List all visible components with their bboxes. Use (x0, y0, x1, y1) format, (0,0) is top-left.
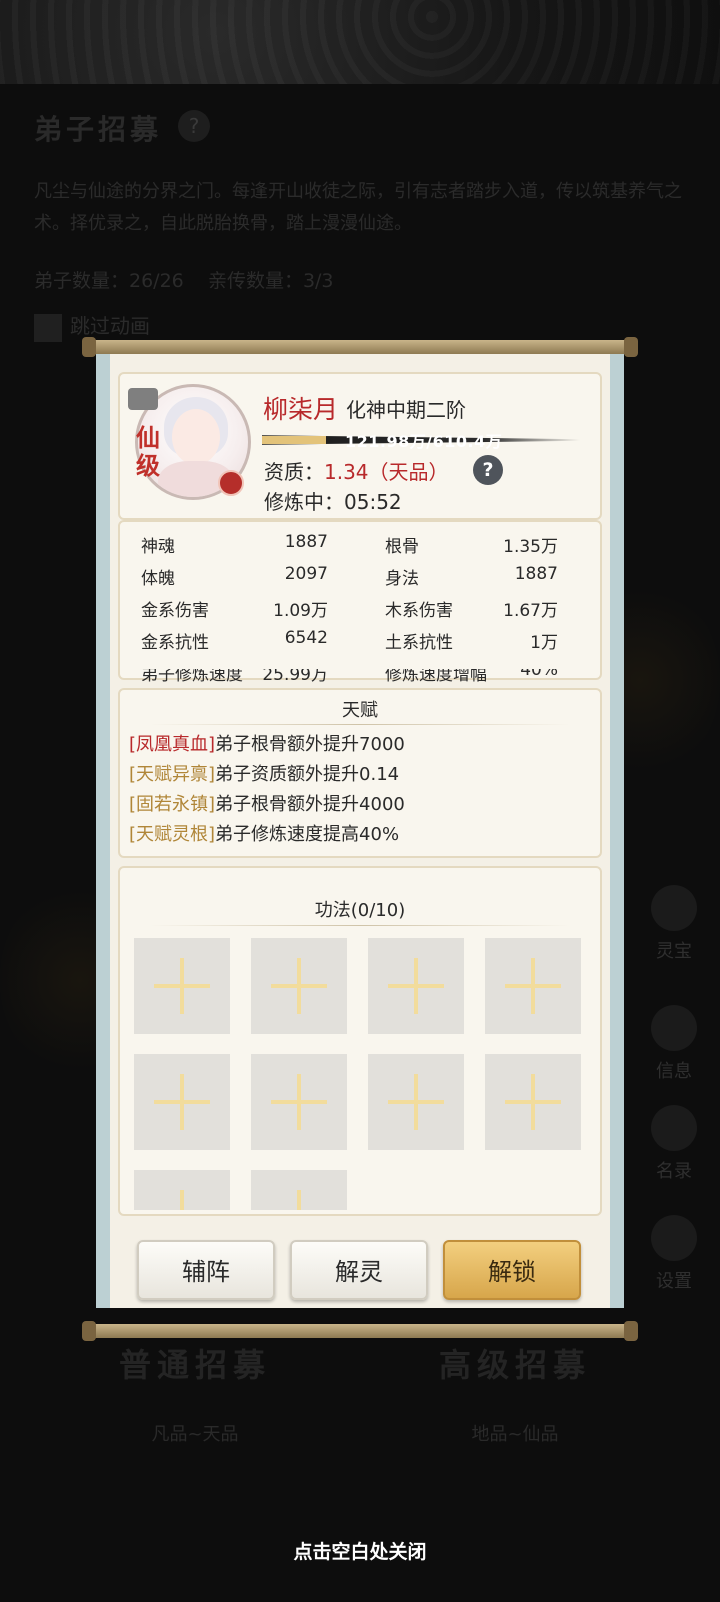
stat-label: 木系伤害 (385, 601, 453, 621)
info-icon (651, 1005, 697, 1051)
advanced-recruit-range: 地品~仙品 (471, 1424, 559, 1445)
top-banner (0, 0, 720, 84)
talents-title: 天赋 (342, 700, 378, 721)
unlock-button[interactable]: 解锁 (443, 1240, 581, 1300)
normal-recruit-button[interactable]: 普通招募 (70, 1340, 320, 1386)
aptitude-value: 1.34（天品） (324, 460, 449, 484)
section-divider (150, 724, 570, 725)
talent-tag: [凤凰真血] (129, 734, 216, 755)
disciple-counts: 弟子数量：26/26 亲传数量：3/3 (34, 266, 334, 293)
talent-text: 弟子根骨额外提升7000 (215, 734, 405, 755)
advanced-recruit-button[interactable]: 高级招募 (390, 1340, 640, 1386)
status-timer: 05:52 (344, 490, 402, 514)
stat-value: 6542 (284, 628, 328, 648)
skill-slot-empty[interactable] (251, 1170, 347, 1210)
scroll-rod-bottom (82, 1321, 638, 1341)
side-menu-treasure[interactable]: 灵宝 (642, 885, 706, 963)
talent-item: [天赋灵根]弟子修炼速度提高40% (129, 820, 399, 846)
page-title: 弟子招募 (34, 113, 163, 146)
skill-slot-empty[interactable] (134, 1054, 230, 1150)
cultivation-realm: 化神中期二阶 (346, 398, 466, 422)
stats-fade (120, 655, 600, 669)
talent-item: [固若永镇]弟子根骨额外提升4000 (129, 790, 405, 816)
talent-item: [凤凰真血]弟子根骨额外提升7000 (129, 730, 405, 756)
side-menu-info[interactable]: 信息 (642, 1005, 706, 1083)
side-menu-roster[interactable]: 名录 (642, 1105, 706, 1183)
stat-label: 金系伤害 (141, 601, 209, 621)
stat-label: 根骨 (385, 537, 419, 557)
skip-animation-label: 跳过动画 (70, 314, 150, 338)
stat-value: 1.67万 (503, 601, 558, 621)
exp-text: 121.98万/610.4万 (345, 432, 503, 451)
aptitude: 资质：1.34（天品） (264, 456, 449, 485)
stat-label: 身法 (385, 569, 419, 589)
gear-icon (651, 1215, 697, 1261)
side-menu-label: 名录 (656, 1161, 692, 1182)
scroll-rod-top (82, 337, 638, 357)
talent-text: 弟子资质额外提升0.14 (215, 764, 400, 785)
talent-item: [天赋异禀]弟子资质额外提升0.14 (129, 760, 399, 786)
side-menu-settings[interactable]: 设置 (642, 1215, 706, 1293)
stat-value: 1887 (284, 532, 328, 552)
section-divider (150, 925, 570, 926)
side-menu-label: 信息 (656, 1061, 692, 1082)
page-description: 凡尘与仙途的分界之门。每逢开山收徒之际，引有志者踏步入道，传以筑基养气之术。择优… (34, 181, 682, 234)
skill-slot-empty[interactable] (134, 1170, 230, 1210)
stat-value: 2097 (284, 564, 328, 584)
scroll-tag-icon (128, 388, 158, 410)
formation-button[interactable]: 辅阵 (137, 1240, 275, 1300)
stat-label: 土系抗性 (385, 633, 453, 653)
talent-tag: [天赋异禀] (129, 764, 216, 785)
side-menu-label: 灵宝 (656, 941, 692, 962)
cultivation-status: 修炼中：05:52 (264, 486, 402, 515)
avatar-face (172, 409, 220, 465)
release-button[interactable]: 解灵 (290, 1240, 428, 1300)
skill-slot-empty[interactable] (251, 938, 347, 1034)
fire-element-icon (218, 470, 244, 496)
stat-label: 金系抗性 (141, 633, 209, 653)
stat-label: 神魂 (141, 537, 175, 557)
skill-slot-empty[interactable] (485, 938, 581, 1034)
treasure-icon (651, 885, 697, 931)
disciple-count: 弟子数量：26/26 (34, 270, 184, 292)
normal-recruit-range: 凡品~天品 (151, 1424, 239, 1445)
skills-title: 功法(0/10) (314, 900, 406, 921)
skill-slot-empty[interactable] (251, 1054, 347, 1150)
talent-text: 弟子根骨额外提升4000 (215, 794, 405, 815)
grade-seal: 仙级 (136, 423, 160, 480)
close-hint[interactable]: 点击空白处关闭 (0, 1537, 720, 1564)
side-menu-label: 设置 (656, 1271, 692, 1292)
skill-slot-empty[interactable] (485, 1054, 581, 1150)
talent-text: 弟子修炼速度提高40% (215, 824, 400, 845)
stat-label: 体魄 (141, 569, 175, 589)
stat-value: 1887 (514, 564, 558, 584)
skill-slot-empty[interactable] (134, 938, 230, 1034)
talent-tag: [固若永镇] (129, 794, 216, 815)
talent-tag: [天赋灵根] (129, 824, 216, 845)
aptitude-label: 资质： (264, 460, 324, 484)
skill-slot-empty[interactable] (368, 938, 464, 1034)
skill-slot-empty[interactable] (368, 1054, 464, 1150)
character-name: 柳柒月 (263, 395, 339, 424)
stat-value: 1万 (530, 633, 558, 653)
stat-value: 1.35万 (503, 537, 558, 557)
stat-value: 1.09万 (273, 601, 328, 621)
exp-bar-fill (262, 436, 326, 444)
direct-disciple-count: 亲传数量：3/3 (207, 270, 334, 292)
checkbox-icon[interactable] (34, 313, 62, 342)
question-icon[interactable]: ? (473, 455, 503, 485)
roster-icon (651, 1105, 697, 1151)
status-label: 修炼中： (264, 490, 344, 514)
help-icon[interactable]: ? (178, 110, 210, 142)
